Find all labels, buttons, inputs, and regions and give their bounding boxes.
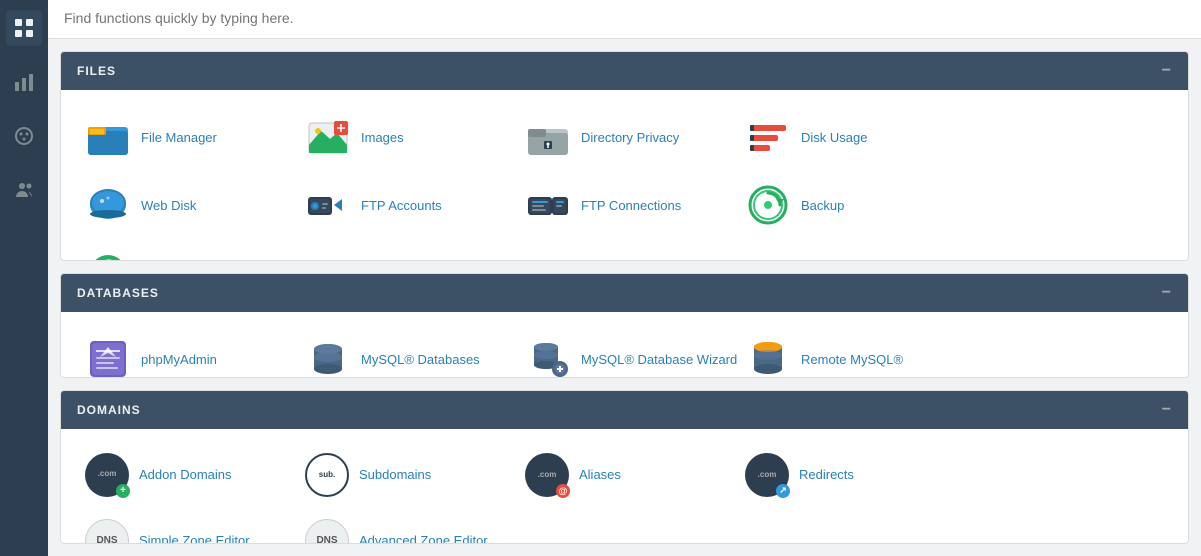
item-ftp-accounts[interactable]: FTP Accounts [297, 176, 517, 234]
ftp-accounts-icon [305, 182, 351, 228]
remote-mysql-label: Remote MySQL® [801, 352, 903, 367]
disk-usage-label: Disk Usage [801, 130, 867, 145]
remote-mysql-icon [745, 336, 791, 378]
mysql-databases-icon [305, 336, 351, 378]
item-backup[interactable]: Backup [737, 176, 957, 234]
addon-domains-label: Addon Domains [139, 467, 232, 482]
file-manager-icon [85, 114, 131, 160]
phpmyadmin-icon [85, 336, 131, 378]
ftp-connections-label: FTP Connections [581, 198, 681, 213]
item-mysql-database-wizard[interactable]: MySQL® Database Wizard [517, 330, 737, 378]
subdomains-label: Subdomains [359, 467, 431, 482]
item-mysql-databases[interactable]: MySQL® Databases [297, 330, 517, 378]
sidebar-icon-grid[interactable] [6, 10, 42, 46]
simple-zone-editor-icon: DNS ✓ [85, 519, 129, 544]
mysql-databases-label: MySQL® Databases [361, 352, 480, 367]
search-bar [48, 0, 1201, 39]
item-subdomains[interactable]: sub. Subdomains [297, 447, 517, 503]
mysql-database-wizard-icon [525, 336, 571, 378]
collapse-icon-files[interactable]: − [1162, 62, 1172, 80]
file-manager-label: File Manager [141, 130, 217, 145]
item-simple-zone-editor[interactable]: DNS ✓ Simple Zone Editor [77, 513, 297, 544]
backup-label: Backup [801, 198, 844, 213]
advanced-zone-editor-label: Advanced Zone Editor [359, 533, 488, 544]
sidebar-icon-chart[interactable] [6, 64, 42, 100]
backup-wizard-icon [85, 250, 131, 261]
item-backup-wizard[interactable]: Backup Wizard [77, 244, 297, 261]
item-phpmyadmin[interactable]: phpMyAdmin [77, 330, 297, 378]
section-header-files: FILES − [61, 52, 1188, 90]
subdomains-icon: sub. [305, 453, 349, 497]
section-title-domains: DOMAINS [77, 403, 141, 417]
sidebar [0, 0, 48, 556]
ftp-accounts-label: FTP Accounts [361, 198, 442, 213]
disk-usage-icon [745, 114, 791, 160]
ftp-connections-icon [525, 182, 571, 228]
item-web-disk[interactable]: Web Disk [77, 176, 297, 234]
item-disk-usage[interactable]: Disk Usage [737, 108, 957, 166]
sidebar-icon-palette[interactable] [6, 118, 42, 154]
item-redirects[interactable]: .com ↗ Redirects [737, 447, 957, 503]
directory-privacy-icon [525, 114, 571, 160]
section-databases: DATABASES − phpMyAdmin [60, 273, 1189, 378]
section-header-domains: DOMAINS − [61, 391, 1188, 429]
backup-icon [745, 182, 791, 228]
mysql-database-wizard-label: MySQL® Database Wizard [581, 352, 737, 367]
web-disk-icon [85, 182, 131, 228]
addon-domains-icon: .com + [85, 453, 129, 497]
redirects-icon: .com ↗ [745, 453, 789, 497]
simple-zone-editor-label: Simple Zone Editor [139, 533, 250, 544]
phpmyadmin-label: phpMyAdmin [141, 352, 217, 367]
section-body-databases: phpMyAdmin MySQL® Databases [61, 312, 1188, 378]
section-body-files: File Manager Images [61, 90, 1188, 261]
section-title-databases: DATABASES [77, 286, 159, 300]
item-ftp-connections[interactable]: FTP Connections [517, 176, 737, 234]
sidebar-icon-users[interactable] [6, 172, 42, 208]
images-label: Images [361, 130, 404, 145]
directory-privacy-label: Directory Privacy [581, 130, 679, 145]
redirects-label: Redirects [799, 467, 854, 482]
collapse-icon-databases[interactable]: − [1162, 284, 1172, 302]
collapse-icon-domains[interactable]: − [1162, 401, 1172, 419]
item-aliases[interactable]: .com @ Aliases [517, 447, 737, 503]
aliases-label: Aliases [579, 467, 621, 482]
item-advanced-zone-editor[interactable]: DNS ✎ Advanced Zone Editor [297, 513, 517, 544]
section-domains: DOMAINS − .com + Addon Domains sub. Subd… [60, 390, 1189, 544]
item-remote-mysql[interactable]: Remote MySQL® [737, 330, 957, 378]
web-disk-label: Web Disk [141, 198, 196, 213]
section-title-files: FILES [77, 64, 116, 78]
section-header-databases: DATABASES − [61, 274, 1188, 312]
section-body-domains: .com + Addon Domains sub. Subdomains .co… [61, 429, 1188, 544]
item-images[interactable]: Images [297, 108, 517, 166]
main-content: FILES − File Manager [48, 0, 1201, 556]
item-directory-privacy[interactable]: Directory Privacy [517, 108, 737, 166]
aliases-icon: .com @ [525, 453, 569, 497]
item-addon-domains[interactable]: .com + Addon Domains [77, 447, 297, 503]
advanced-zone-editor-icon: DNS ✎ [305, 519, 349, 544]
images-icon [305, 114, 351, 160]
search-input[interactable] [64, 10, 1185, 26]
item-file-manager[interactable]: File Manager [77, 108, 297, 166]
section-files: FILES − File Manager [60, 51, 1189, 261]
